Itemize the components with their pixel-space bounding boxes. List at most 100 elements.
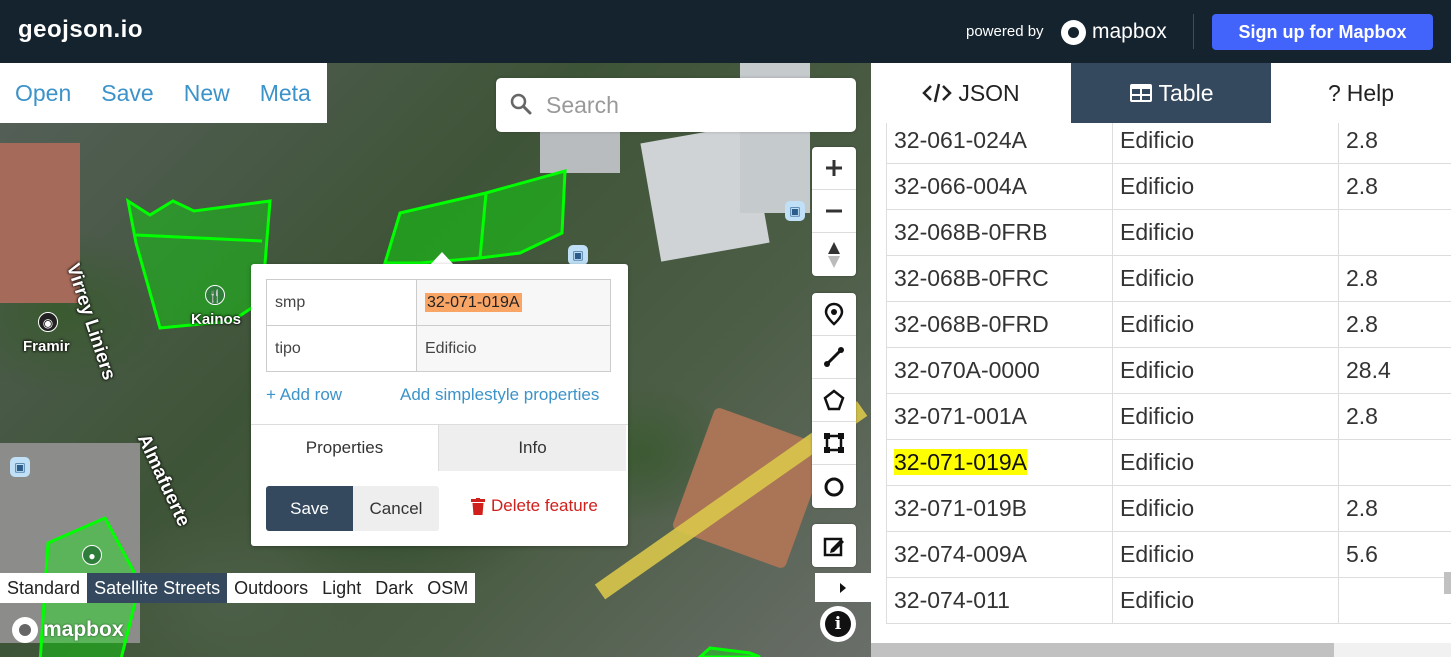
zoom-controls xyxy=(812,147,856,276)
draw-rectangle-button[interactable] xyxy=(812,422,856,465)
cell-value[interactable]: 2.8 xyxy=(1338,255,1451,302)
table-row[interactable]: 32-068B-0FRC Edificio 2.8 xyxy=(886,255,1451,302)
zoom-out-button[interactable] xyxy=(812,190,856,233)
style-osm[interactable]: OSM xyxy=(420,573,475,603)
scrollbar-thumb[interactable] xyxy=(871,643,1334,657)
map-logo-text: mapbox xyxy=(43,618,124,641)
cell-tipo[interactable]: Edificio xyxy=(1112,163,1339,210)
cell-smp[interactable]: 32-068B-0FRD xyxy=(886,301,1113,348)
style-dark[interactable]: Dark xyxy=(368,573,420,603)
draw-polygon-button[interactable] xyxy=(812,379,856,422)
cell-value[interactable] xyxy=(1338,577,1451,624)
draw-line-button[interactable] xyxy=(812,336,856,379)
cell-tipo[interactable]: Edificio xyxy=(1112,577,1339,624)
cell-value[interactable]: 2.8 xyxy=(1338,393,1451,440)
tab-help[interactable]: ? Help xyxy=(1271,63,1451,123)
cell-tipo[interactable]: Edificio xyxy=(1112,393,1339,440)
cell-smp[interactable]: 32-068B-0FRC xyxy=(886,255,1113,302)
cell-tipo[interactable]: Edificio xyxy=(1112,255,1339,302)
add-row-button[interactable]: + Add row xyxy=(266,385,342,405)
cell-tipo[interactable]: Edificio xyxy=(1112,531,1339,578)
table-row[interactable]: 32-074-011 Edificio xyxy=(886,577,1451,624)
table-row[interactable]: 32-068B-0FRD Edificio 2.8 xyxy=(886,301,1451,348)
edit-button[interactable] xyxy=(812,524,856,567)
cell-smp[interactable]: 32-066-004A xyxy=(886,163,1113,210)
cell-smp[interactable]: 32-070A-0000 xyxy=(886,347,1113,394)
style-outdoors[interactable]: Outdoors xyxy=(227,573,315,603)
draw-circle-button[interactable] xyxy=(812,465,856,508)
tab-json[interactable]: JSON xyxy=(871,63,1071,123)
collapse-sidebar-button[interactable] xyxy=(815,573,871,602)
open-menu[interactable]: Open xyxy=(15,80,71,107)
cell-value[interactable]: 5.6 xyxy=(1338,531,1451,578)
bus-stop-icon[interactable]: ▣ xyxy=(568,245,588,265)
cell-smp[interactable]: 32-071-001A xyxy=(886,393,1113,440)
property-key[interactable]: smp xyxy=(266,279,417,326)
cell-smp[interactable]: 32-074-011 xyxy=(886,577,1113,624)
table-row[interactable]: 32-066-004A Edificio 2.8 xyxy=(886,163,1451,210)
style-standard[interactable]: Standard xyxy=(0,573,87,603)
map-mapbox-logo[interactable]: mapbox xyxy=(12,617,124,643)
table-row[interactable]: 32-061-024A Edificio 2.8 xyxy=(886,123,1451,164)
search-input[interactable] xyxy=(546,88,836,122)
cell-value[interactable]: 2.8 xyxy=(1338,163,1451,210)
zoom-in-button[interactable] xyxy=(812,147,856,190)
tab-properties[interactable]: Properties xyxy=(251,425,438,471)
cell-value[interactable]: 2.8 xyxy=(1338,123,1451,164)
delete-feature-button[interactable]: Delete feature xyxy=(471,496,598,516)
horizontal-scrollbar[interactable] xyxy=(871,643,1451,657)
cell-tipo[interactable]: Edificio xyxy=(1112,485,1339,532)
restaurant-icon[interactable]: 🍴 xyxy=(205,285,225,305)
cell-value[interactable] xyxy=(1338,439,1451,486)
property-value[interactable]: 32-071-019A xyxy=(416,279,611,326)
cancel-button[interactable]: Cancel xyxy=(353,486,439,531)
add-simplestyle-button[interactable]: Add simplestyle properties xyxy=(400,385,599,405)
tab-table[interactable]: Table xyxy=(1071,63,1271,123)
table-row[interactable]: 32-071-001A Edificio 2.8 xyxy=(886,393,1451,440)
signup-button[interactable]: Sign up for Mapbox xyxy=(1212,14,1433,50)
poi-icon[interactable]: ● xyxy=(82,545,102,565)
cell-smp[interactable]: 32-071-019B xyxy=(886,485,1113,532)
table-row[interactable]: 32-074-009A Edificio 5.6 xyxy=(886,531,1451,578)
table-row[interactable]: 32-070A-0000 Edificio 28.4 xyxy=(886,347,1451,394)
cell-smp-text: 32-074-009A xyxy=(894,541,1027,567)
cell-value[interactable]: 2.8 xyxy=(1338,485,1451,532)
cell-smp-text: 32-061-024A xyxy=(894,127,1027,153)
property-value[interactable]: Edificio xyxy=(416,325,611,372)
tab-info[interactable]: Info xyxy=(438,425,626,471)
app-title: geojson.io xyxy=(18,16,143,43)
cell-value[interactable]: 28.4 xyxy=(1338,347,1451,394)
style-light[interactable]: Light xyxy=(315,573,368,603)
bus-stop-icon[interactable]: ▣ xyxy=(785,201,805,221)
trash-icon xyxy=(471,497,485,515)
table-row[interactable]: 32-071-019A Edificio xyxy=(886,439,1451,486)
cell-tipo[interactable]: Edificio xyxy=(1112,347,1339,394)
save-button[interactable]: Save xyxy=(266,486,353,531)
cell-smp[interactable]: 32-074-009A xyxy=(886,531,1113,578)
table-scroll-area[interactable]: 32-061-024A Edificio 2.8 32-066-004A Edifici… xyxy=(886,123,1451,643)
mapbox-logo[interactable]: mapbox xyxy=(1061,18,1167,46)
cell-tipo[interactable]: Edificio xyxy=(1112,301,1339,348)
compass-button[interactable] xyxy=(812,233,856,276)
meta-menu[interactable]: Meta xyxy=(260,80,311,107)
vertical-scrollbar-thumb[interactable] xyxy=(1444,572,1451,594)
draw-marker-button[interactable] xyxy=(812,293,856,336)
table-row[interactable]: 32-071-019B Edificio 2.8 xyxy=(886,485,1451,532)
save-menu[interactable]: Save xyxy=(101,80,153,107)
cell-value[interactable]: 2.8 xyxy=(1338,301,1451,348)
map-info-button[interactable]: i xyxy=(820,606,856,642)
cell-tipo[interactable]: Edificio xyxy=(1112,439,1339,486)
shop-icon[interactable]: ◉ xyxy=(38,312,58,332)
cell-smp[interactable]: 32-061-024A xyxy=(886,123,1113,164)
cell-tipo[interactable]: Edificio xyxy=(1112,209,1339,256)
cell-smp[interactable]: 32-071-019A xyxy=(886,439,1113,486)
style-satellite-streets[interactable]: Satellite Streets xyxy=(87,573,228,603)
cell-smp[interactable]: 32-068B-0FRB xyxy=(886,209,1113,256)
bus-stop-icon[interactable]: ▣ xyxy=(10,457,30,477)
cell-value[interactable] xyxy=(1338,209,1451,256)
cell-tipo[interactable]: Edificio xyxy=(1112,123,1339,164)
poi-label: Framir xyxy=(23,338,70,355)
table-row[interactable]: 32-068B-0FRB Edificio xyxy=(886,209,1451,256)
new-menu[interactable]: New xyxy=(184,80,230,107)
property-key[interactable]: tipo xyxy=(266,325,417,372)
